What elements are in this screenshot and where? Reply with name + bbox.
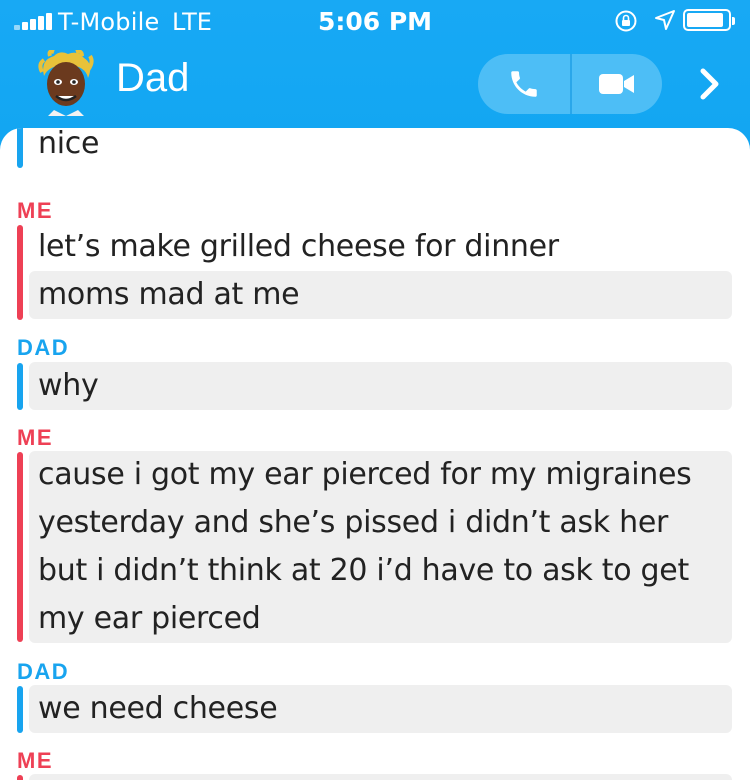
sender-bar-me	[17, 775, 23, 780]
message-text[interactable]: we need cheese	[29, 685, 732, 733]
status-bar: T-Mobile LTE 5:06 PM	[0, 0, 750, 40]
location-arrow-icon	[655, 10, 675, 30]
battery-level	[687, 13, 723, 27]
message-text[interactable]: cause i got my ear pierced for my migrai…	[29, 451, 732, 643]
message-text[interactable]: why	[29, 362, 732, 410]
sender-bar-me	[17, 452, 23, 642]
sender-label-me: ME	[17, 425, 53, 450]
message-text[interactable]	[29, 774, 732, 780]
call-button-group	[478, 54, 662, 114]
video-camera-icon	[599, 74, 634, 94]
rotation-lock-icon	[615, 10, 637, 32]
phone-icon	[511, 71, 537, 97]
video-call-button[interactable]	[570, 54, 662, 114]
sender-label-dad: DAD	[17, 659, 70, 684]
voice-call-button[interactable]	[478, 54, 570, 114]
sender-bar-dad	[17, 128, 23, 168]
chat-history[interactable]: nice ME let’s make grilled cheese for di…	[0, 128, 750, 780]
sender-label-me: ME	[17, 198, 53, 223]
message-text[interactable]: nice	[29, 128, 732, 168]
battery-icon	[683, 9, 735, 31]
contact-name[interactable]: Dad	[116, 56, 189, 101]
sender-bar-me	[17, 225, 23, 320]
bitmoji-avatar[interactable]	[36, 50, 96, 116]
message-text[interactable]: moms mad at me	[29, 271, 732, 319]
sender-label-me: ME	[17, 748, 53, 773]
sender-bar-dad	[17, 363, 23, 410]
sender-bar-dad	[17, 686, 23, 733]
sender-label-dad: DAD	[17, 335, 70, 360]
message-text[interactable]: let’s make grilled cheese for dinner	[29, 223, 732, 271]
chevron-right-icon[interactable]	[696, 64, 724, 104]
